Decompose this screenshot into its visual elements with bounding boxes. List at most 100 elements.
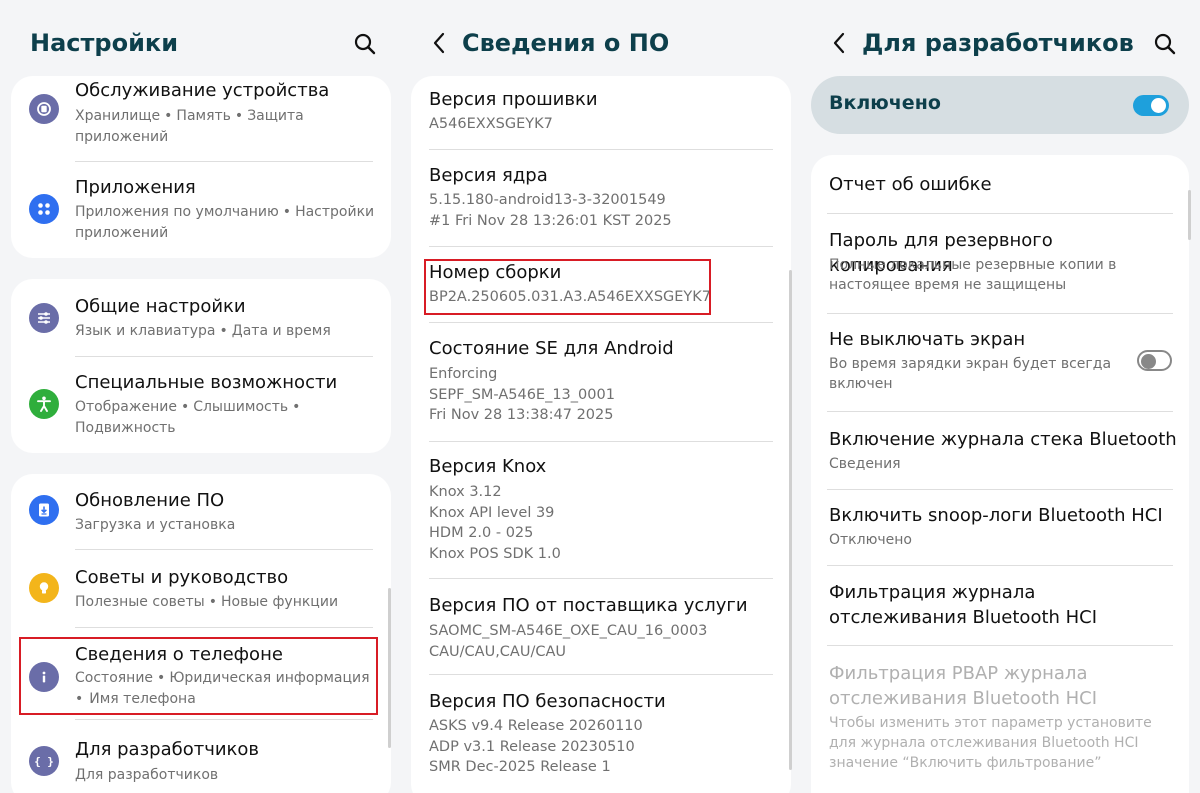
developer-enabled-toggle[interactable] — [1133, 95, 1169, 116]
divider — [75, 549, 373, 550]
enabled-label: Включено — [829, 92, 941, 114]
item-title: Специальные возможности — [75, 372, 338, 393]
toggle-knob — [1141, 354, 1156, 369]
item-title: Приложения — [75, 177, 196, 198]
divider — [827, 565, 1173, 566]
divider — [827, 411, 1173, 412]
toggle-knob — [1151, 98, 1166, 113]
divider — [75, 719, 373, 720]
divider — [75, 161, 373, 162]
item-title: Состояние SE для Android — [429, 338, 674, 359]
item-subtitle: Для разработчиков — [75, 767, 219, 783]
back-button[interactable] — [828, 32, 850, 54]
item-values: A546EXXSGEYK7 — [429, 116, 553, 132]
divider — [827, 213, 1173, 214]
item-title: Фильтрация PBAP журнала отслеживания Blu… — [829, 663, 1098, 709]
software-info-header: Сведения о ПО — [428, 26, 669, 60]
dev-item-bt-pbap-filter: Фильтрация PBAP журнала отслеживания Blu… — [811, 647, 1189, 787]
divider — [75, 627, 373, 628]
info-item-firmware[interactable]: Версия прошивки A546EXXSGEYK7 — [411, 76, 791, 148]
item-title: Отчет об ошибке — [829, 174, 992, 195]
item-values: Knox 3.12 Knox API level 39 HDM 2.0 - 025 K… — [429, 484, 561, 562]
apps-icon — [29, 194, 59, 224]
item-subtitle: Язык и клавиатура • Дата и время — [75, 323, 331, 339]
divider — [429, 674, 773, 675]
software-update-icon — [29, 495, 59, 525]
device-care-icon — [29, 94, 59, 124]
dev-item-bt-stack-log[interactable]: Включение журнала стека Bluetooth Сведен… — [811, 413, 1189, 489]
settings-item-software-update[interactable]: Обновление ПО Загрузка и установка — [11, 474, 391, 550]
chevron-left-icon — [433, 32, 445, 54]
info-item-provider-sw[interactable]: Версия ПО от поставщика услуги SAOMC_SM-… — [411, 580, 791, 674]
item-values: Enforcing SEPF_SM-A546E_13_0001 Fri Nov 28… — [429, 366, 615, 424]
item-subtitle: Приложения по умолчанию • Настройки приложе… — [75, 204, 375, 241]
dev-item-backup-password[interactable]: Пароль для резервного копирования Полные… — [811, 215, 1189, 311]
developer-options-icon: { } — [29, 746, 59, 776]
item-title: Советы и руководство — [75, 567, 289, 588]
developer-enabled-switch-row[interactable]: Включено — [811, 76, 1189, 134]
divider — [429, 322, 773, 323]
tips-icon — [29, 573, 59, 603]
general-management-icon — [29, 303, 59, 333]
item-subtitle: Во время зарядки экран будет всегда вклю… — [829, 356, 1112, 392]
info-item-kernel[interactable]: Версия ядра 5.15.180-android13-3-3200154… — [411, 150, 791, 246]
info-item-security-sw[interactable]: Версия ПО безопасности ASKS v9.4 Release… — [411, 676, 791, 793]
developer-card: Отчет об ошибке Пароль для резервного ко… — [811, 155, 1189, 793]
settings-header: Настройки — [30, 26, 178, 60]
item-title: Для разработчиков — [75, 739, 260, 760]
settings-item-device-care[interactable]: Обслуживание устройства Хранилище • Память… — [11, 76, 391, 166]
item-subtitle: Загрузка и установка — [75, 517, 236, 533]
highlight-box — [424, 259, 711, 315]
item-title: Обновление ПО — [75, 490, 225, 511]
item-title: Версия ПО от поставщика услуги — [429, 595, 748, 616]
item-title: Обслуживание устройства — [75, 80, 330, 101]
settings-item-tips[interactable]: Советы и руководство Полезные советы • Нов… — [11, 552, 391, 628]
item-values: ASKS v9.4 Release 20260110 ADP v3.1 Relea… — [429, 718, 643, 776]
search-icon — [354, 33, 376, 55]
dev-item-bt-snoop-log[interactable]: Включить snoop-логи Bluetooth HCI Отключ… — [811, 491, 1189, 567]
item-subtitle: Отображение • Слышимость • Подвижность — [75, 399, 301, 436]
item-title: Не выключать экран — [829, 329, 1026, 350]
scrollbar[interactable] — [388, 588, 391, 748]
item-title: Версия ядра — [429, 165, 548, 186]
info-item-selinux[interactable]: Состояние SE для Android Enforcing SEPF_S… — [411, 324, 791, 436]
item-subtitle: Отключено — [829, 532, 912, 548]
dev-item-stay-awake[interactable]: Не выключать экран Во время зарядки экра… — [811, 315, 1189, 411]
item-title: Общие настройки — [75, 296, 246, 317]
settings-item-developer[interactable]: { } Для разработчиков Для разработчиков — [11, 722, 391, 793]
highlight-box — [19, 637, 378, 715]
stay-awake-toggle[interactable] — [1137, 350, 1172, 371]
item-title: Версия прошивки — [429, 89, 598, 110]
item-title: Включить snoop-логи Bluetooth HCI — [829, 505, 1163, 526]
scrollbar[interactable] — [1188, 190, 1191, 240]
software-info-card: Версия прошивки A546EXXSGEYK7 Версия ядр… — [411, 76, 791, 793]
item-subtitle: Хранилище • Память • Защита приложений — [75, 108, 304, 145]
dev-item-bug-report[interactable]: Отчет об ошибке — [811, 155, 1189, 213]
item-subtitle: Сведения — [829, 456, 901, 472]
divider — [429, 578, 773, 579]
page-title: Сведения о ПО — [462, 29, 670, 57]
accessibility-icon — [29, 389, 59, 419]
settings-panel: Настройки Обслуживание устройства Хранил… — [0, 0, 400, 793]
chevron-left-icon — [833, 32, 845, 54]
item-subtitle: Полезные советы • Новые функции — [75, 594, 339, 610]
item-subtitle: Чтобы изменить этот параметр установите … — [829, 715, 1152, 771]
settings-item-general[interactable]: Общие настройки Язык и клавиатура • Дата и… — [11, 279, 391, 357]
search-button[interactable] — [352, 31, 378, 57]
svg-text:{ }: { } — [35, 755, 53, 768]
dev-item-bt-hci-filter[interactable]: Фильтрация журнала отслеживания Bluetoot… — [811, 567, 1189, 647]
search-button[interactable] — [1152, 31, 1178, 57]
item-title: Версия Knox — [429, 456, 547, 477]
divider — [827, 489, 1173, 490]
back-button[interactable] — [428, 32, 450, 54]
developer-header: Для разработчиков — [828, 26, 1134, 60]
settings-card-3: Обновление ПО Загрузка и установка Совет… — [11, 474, 391, 793]
settings-item-accessibility[interactable]: Специальные возможности Отображение • Слыш… — [11, 359, 391, 453]
settings-card-1: Обслуживание устройства Хранилище • Память… — [11, 76, 391, 258]
settings-item-apps[interactable]: Приложения Приложения по умолчанию • Настр… — [11, 168, 391, 258]
info-item-knox[interactable]: Версия Knox Knox 3.12 Knox API level 39 HD… — [411, 442, 791, 578]
item-subtitle: Полные локальные резервные копии в насто… — [829, 257, 1117, 293]
scrollbar[interactable] — [789, 270, 792, 770]
page-title: Для разработчиков — [862, 29, 1134, 57]
divider — [827, 645, 1173, 646]
